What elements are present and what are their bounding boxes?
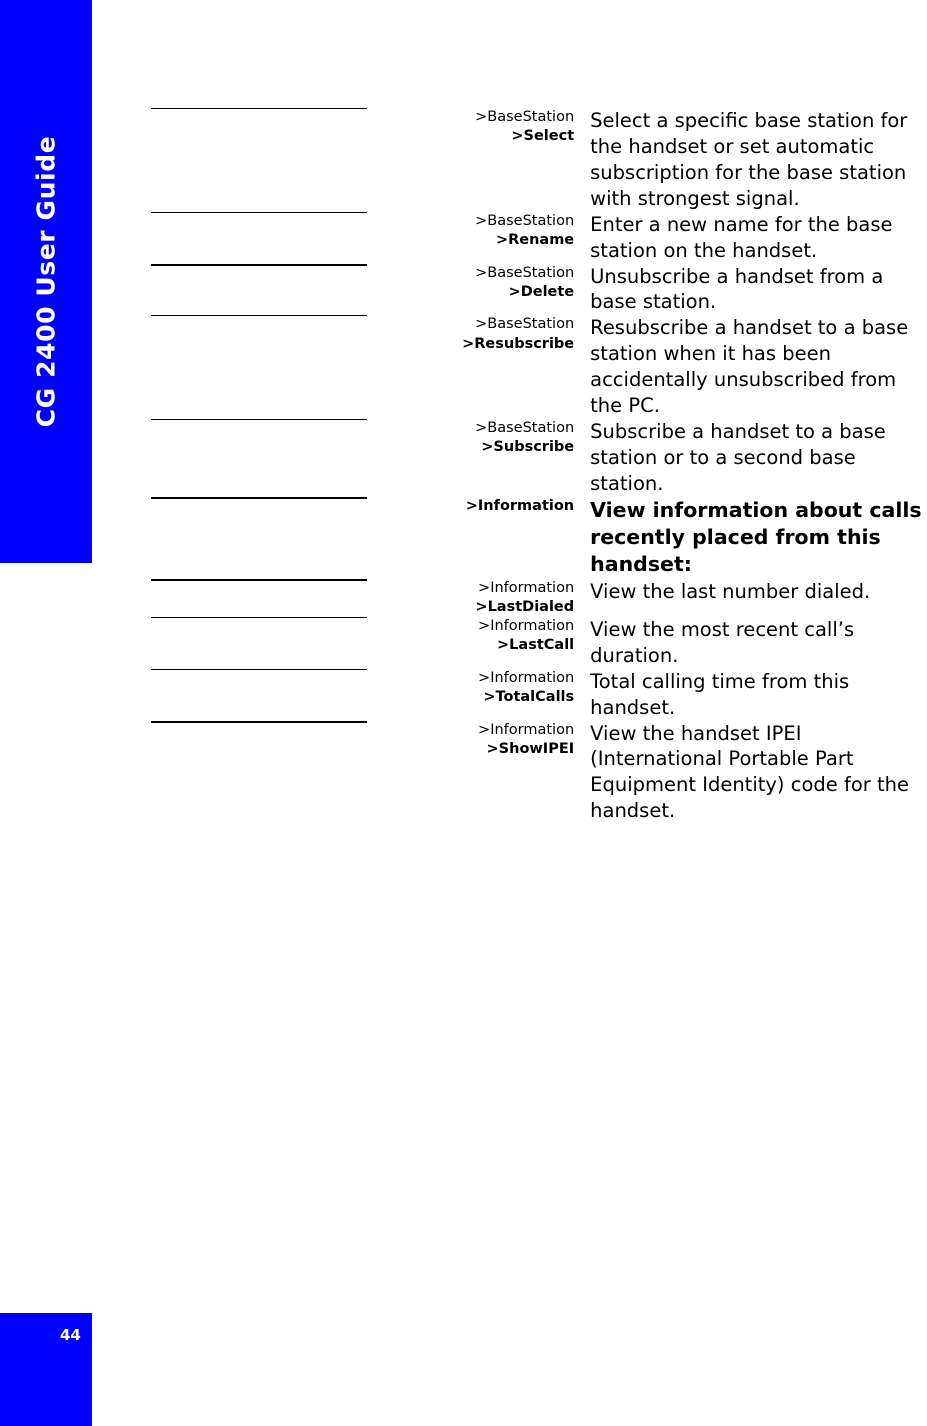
menu-parent-label: >BaseStation <box>475 316 575 333</box>
menu-parent-label: >Information <box>478 579 575 596</box>
table-row: >BaseStation >Subscribe Subscribe a handse… <box>151 419 927 497</box>
page-number: 44 <box>60 1326 81 1344</box>
table-row: >BaseStation >Select Select a specific bas… <box>151 108 927 212</box>
menu-description-cell: View the last number dialed. <box>590 579 871 603</box>
menu-item-label: >LastCall <box>497 636 575 653</box>
row-body: >BaseStation >Subscribe Subscribe a handse… <box>367 419 927 497</box>
row-divider <box>151 668 368 670</box>
row-divider <box>151 108 368 109</box>
row-body: >Information >LastDialed View the last num… <box>367 579 927 617</box>
menu-path-cell: >Information <box>367 497 574 516</box>
menu-item-label: >Rename <box>495 231 575 248</box>
sidebar-running-title: CG 2400 User Guide <box>0 0 92 563</box>
menu-path-cell: >BaseStation >Select <box>367 108 574 146</box>
table-row: >Information >LastCall View the most recen… <box>151 616 927 669</box>
menu-description-cell: Unsubscribe a handset from a base statio… <box>590 264 884 314</box>
menu-parent-label: >BaseStation <box>475 109 575 125</box>
menu-reference-table: >BaseStation >Select Select a specific bas… <box>151 108 927 825</box>
table-row: >Information View information about calls… <box>151 496 927 579</box>
row-body: >BaseStation >Select Select a specific bas… <box>367 108 927 212</box>
menu-description-cell: Resubscribe a handset to a base station … <box>590 316 909 418</box>
menu-parent-label: >Information <box>465 497 575 514</box>
table-row: >BaseStation >Resubscribe Resubscribe a ha… <box>151 315 927 419</box>
menu-path-cell: >BaseStation >Subscribe <box>367 419 574 457</box>
row-body: >Information >ShowIPEI View the handset IP… <box>367 721 927 825</box>
menu-parent-label: >Information <box>478 617 575 634</box>
menu-description-cell: View the handset IPEI (International Por… <box>590 721 909 823</box>
menu-item-label: >TotalCalls <box>483 688 575 705</box>
table-row: >Information >LastDialed View the last num… <box>151 578 927 617</box>
menu-description-cell: Total calling time from this handset. <box>590 669 850 719</box>
table-row: >BaseStation >Delete Unsubscribe a handset… <box>151 263 927 316</box>
menu-item-label: >Resubscribe <box>462 335 575 352</box>
row-divider <box>151 419 368 421</box>
row-body: >BaseStation >Resubscribe Resubscribe a ha… <box>367 315 927 419</box>
row-divider <box>151 263 368 266</box>
table-row: >BaseStation >Rename Enter a new name for … <box>151 211 927 264</box>
menu-path-cell: >BaseStation >Rename <box>367 212 574 250</box>
row-divider <box>151 211 368 213</box>
menu-parent-label: >BaseStation <box>475 420 575 437</box>
menu-path-cell: >BaseStation >Resubscribe <box>367 315 574 353</box>
table-row: >Information >TotalCalls Total calling tim… <box>151 668 927 721</box>
row-divider <box>151 496 368 499</box>
menu-path-cell: >BaseStation >Delete <box>367 264 574 302</box>
menu-description-cell: View information about calls recently pl… <box>590 497 922 577</box>
row-body: >Information >TotalCalls Total calling tim… <box>367 669 927 721</box>
menu-parent-label: >BaseStation <box>475 212 575 229</box>
menu-parent-label: >BaseStation <box>475 264 575 281</box>
row-divider <box>151 315 368 317</box>
menu-path-cell: >Information >LastDialed <box>367 579 574 617</box>
menu-item-label: >Subscribe <box>481 439 575 456</box>
menu-description-cell: View the most recent call’s duration. <box>590 617 855 667</box>
row-body: >Information View information about calls… <box>367 497 927 579</box>
menu-path-cell: >Information >TotalCalls <box>367 669 574 707</box>
row-divider <box>151 578 368 581</box>
row-body: >Information >LastCall View the most recen… <box>367 617 927 669</box>
menu-item-label: >Delete <box>508 283 575 300</box>
menu-description-cell: Enter a new name for the base station on… <box>590 212 893 262</box>
row-divider <box>151 616 368 618</box>
menu-description-cell: Select a specific base station for the h… <box>590 109 908 210</box>
row-divider <box>151 720 368 723</box>
menu-item-label: >Select <box>511 128 575 145</box>
row-body: >BaseStation >Delete Unsubscribe a handset… <box>367 264 927 316</box>
menu-item-label: >LastDialed <box>475 598 575 615</box>
table-row: >Information >ShowIPEI View the handset IP… <box>151 720 927 825</box>
menu-path-cell: >Information >ShowIPEI <box>367 721 574 759</box>
menu-parent-label: >Information <box>478 721 575 738</box>
sidebar-title-text: CG 2400 User Guide <box>31 135 61 428</box>
menu-path-cell: >Information >LastCall <box>367 617 574 655</box>
menu-description-cell: Subscribe a handset to a base station or… <box>590 420 886 495</box>
menu-parent-label: >Information <box>478 669 575 686</box>
row-body: >BaseStation >Rename Enter a new name for … <box>367 212 927 264</box>
menu-item-label: >ShowIPEI <box>486 740 575 757</box>
